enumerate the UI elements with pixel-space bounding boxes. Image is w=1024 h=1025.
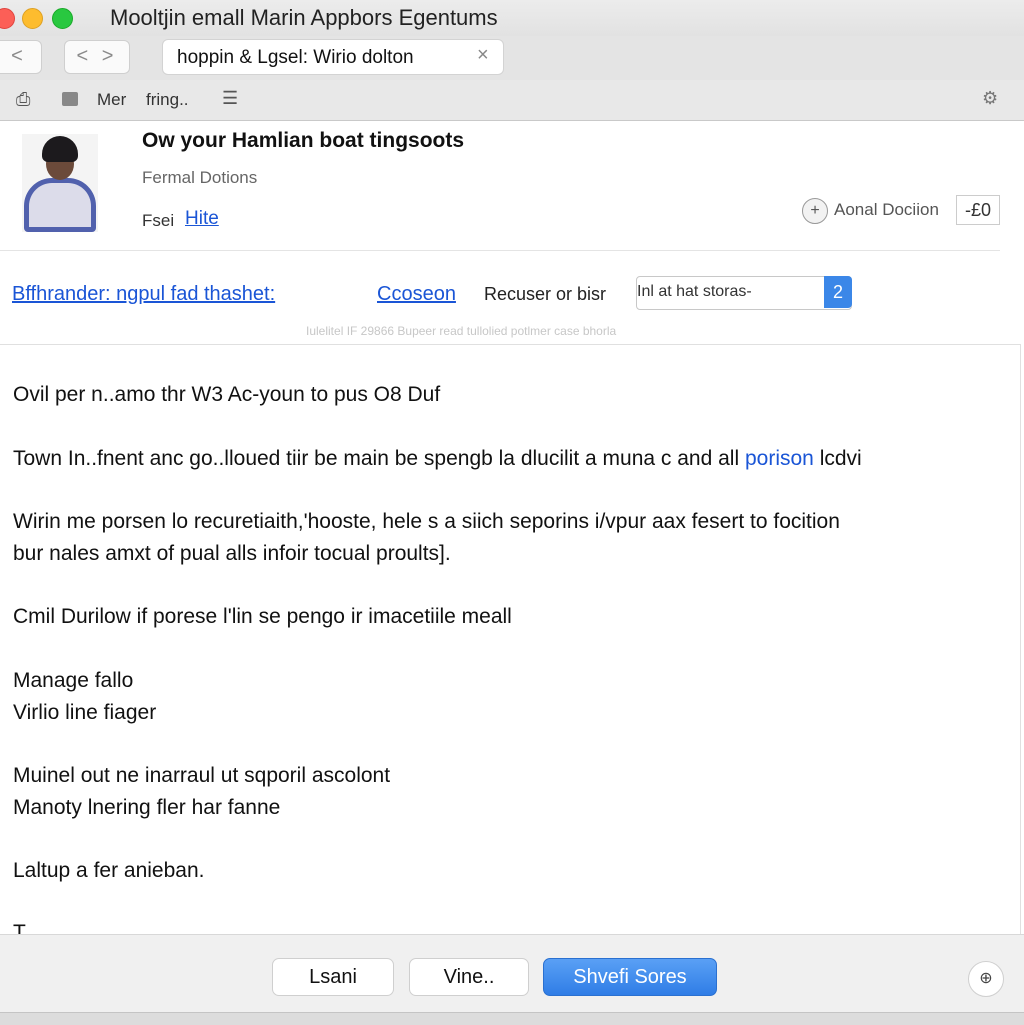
body-line: Manoty lnering fler har fanne (13, 796, 281, 819)
action-link-left[interactable]: Bffhrander: ngpul fad thashet: (12, 283, 275, 306)
more-options-icon[interactable]: ⊕ (968, 961, 1004, 997)
aside-label: Aonal Dociion (834, 200, 939, 219)
from-label: Fsei (142, 211, 175, 230)
avatar (22, 134, 98, 232)
window-title: Mooltjin emall Marin Appbors Egentums (110, 5, 498, 30)
aside-value-field[interactable]: -£0 (956, 195, 1000, 225)
back-button[interactable]: < (0, 40, 42, 74)
body-line: T... (13, 921, 42, 935)
message-meta: Fermal Dotions (142, 168, 258, 187)
add-icon[interactable]: + (802, 198, 828, 224)
select-value: Inl at hat storas- (637, 283, 752, 300)
body-line: Wirin me porsen lo recuretiaith,'hooste,… (13, 510, 840, 533)
bottom-edge (0, 1012, 1024, 1025)
zoom-window-button[interactable] (52, 8, 73, 29)
print-icon[interactable]: ⎙ (16, 89, 30, 110)
faint-caption: Iulelitel IF 29866 Bupeer read tullolied… (306, 324, 617, 338)
send-button[interactable]: Shvefi Sores (543, 958, 717, 996)
footer-button-lsani[interactable]: Lsani (272, 958, 394, 996)
close-window-button[interactable] (0, 8, 15, 29)
toolbar-item-mer[interactable]: Mer (97, 90, 126, 110)
sender-link[interactable]: Hite (185, 208, 219, 230)
menu-icon[interactable]: ☰ (222, 88, 238, 109)
body-line: Laltup a fer anieban. (13, 859, 205, 882)
tab-message[interactable]: hoppin & Lgsel: Wirio dolton × (162, 39, 504, 75)
action-label: Recuser or bisr (484, 284, 607, 304)
toolbar-item-fring[interactable]: fring.. (146, 90, 189, 110)
recipient-select[interactable]: Inl at hat storas- 2 (636, 276, 852, 310)
close-icon[interactable]: × (477, 44, 489, 67)
tab-label: hoppin & Lgsel: Wirio dolton (177, 47, 414, 68)
back-forward-button[interactable]: < > (64, 40, 130, 74)
mail-window: Mooltjin emall Marin Appbors Egentums < … (0, 0, 1024, 1025)
select-stepper-button[interactable]: 2 (824, 276, 852, 308)
header-divider (0, 250, 1000, 251)
tab-row: < < > hoppin & Lgsel: Wirio dolton × (0, 36, 1024, 80)
toolbar: ⎙ Mer fring.. ☰ ⚙ (0, 80, 1024, 121)
title-bar: Mooltjin emall Marin Appbors Egentums (0, 0, 1024, 36)
body-line: bur nales amxt of pual alls infoir tocua… (13, 542, 451, 565)
body-line: Town In..fnent anc go..lloued tiir be ma… (13, 447, 862, 470)
inline-link[interactable]: porison (745, 447, 814, 470)
body-line: Ovil per n..amo thr W3 Ac-youn to pus O8… (13, 383, 441, 406)
action-link-mid[interactable]: Ccoseon (377, 283, 456, 306)
minimize-window-button[interactable] (22, 8, 43, 29)
body-line: Cmil Durilow if porese l'lin se pengo ir… (13, 605, 512, 628)
footer-button-vine[interactable]: Vine.. (409, 958, 529, 996)
settings-icon[interactable]: ⚙ (982, 88, 998, 109)
archive-icon[interactable] (62, 92, 78, 106)
message-body[interactable]: Ovil per n..amo thr W3 Ac-youn to pus O8… (0, 344, 1021, 935)
body-line: Manage fallo (13, 669, 134, 692)
body-line: Muinel out ne inarraul ut sqporil ascolo… (13, 764, 391, 787)
message-subject: Ow your Hamlian boat tingsoots (142, 129, 465, 152)
body-line: Virlio line fiager (13, 701, 157, 724)
